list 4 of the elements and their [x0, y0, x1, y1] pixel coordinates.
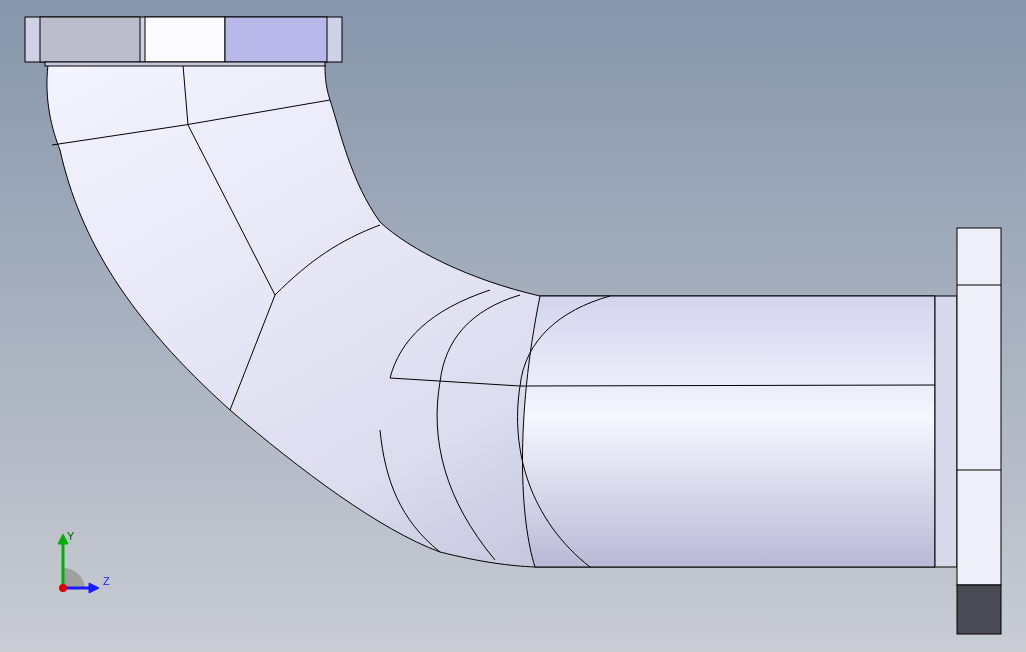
- model-viewport[interactable]: Y Z: [0, 0, 1026, 652]
- axis-triad-icon: [55, 532, 100, 594]
- axis-label: Y: [67, 531, 75, 542]
- axis-label: Z: [103, 576, 110, 587]
